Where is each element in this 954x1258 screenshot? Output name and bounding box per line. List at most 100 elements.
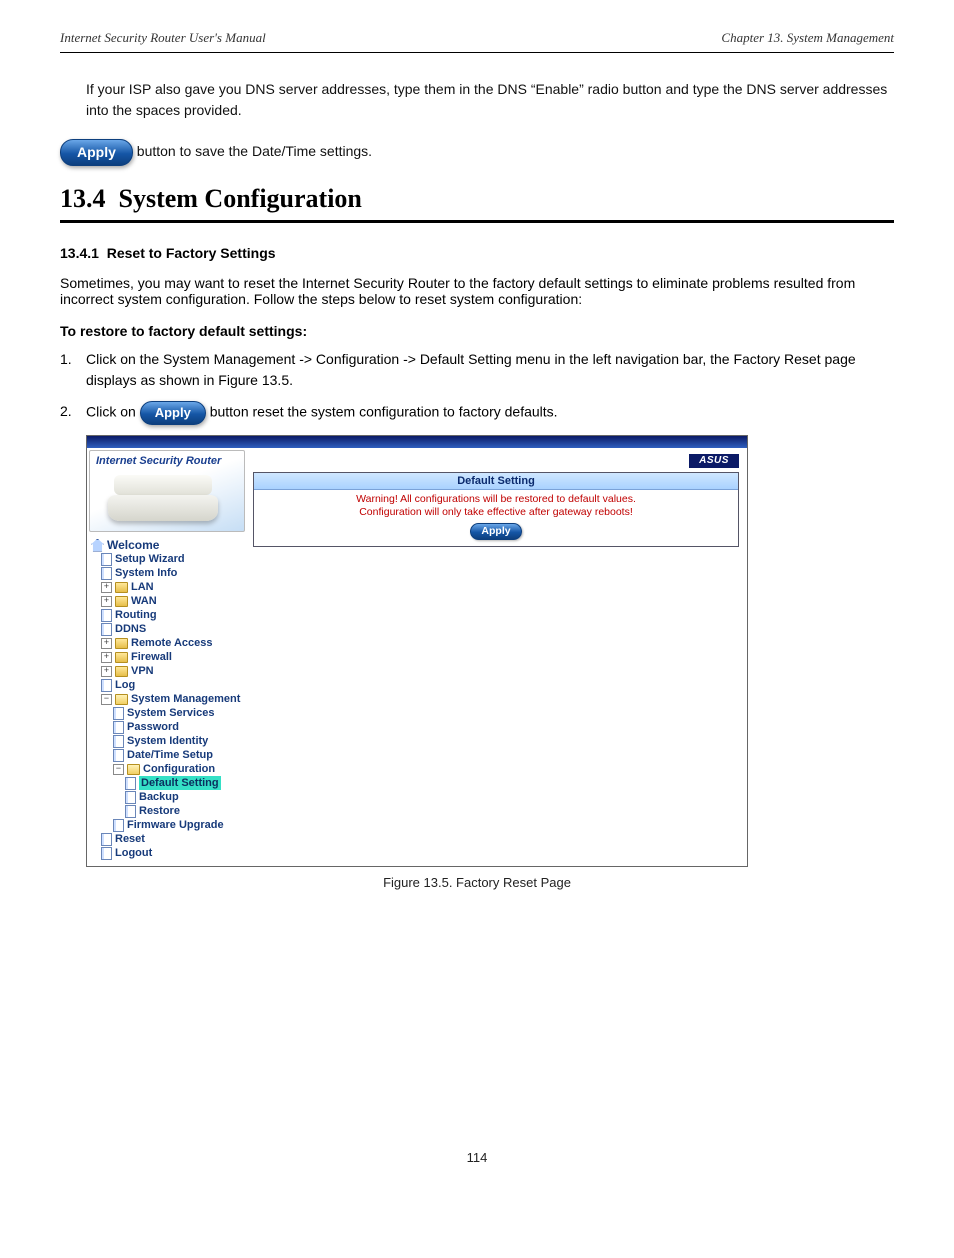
tree-item-label: Logout — [115, 846, 152, 860]
tree-item-label: System Info — [115, 566, 177, 580]
page-number: 114 — [60, 1150, 894, 1165]
apply-note-line: Apply button to save the Date/Time setti… — [60, 139, 894, 166]
shot-brand-panel: Internet Security Router — [89, 450, 245, 532]
tree-item-label: System Identity — [127, 734, 208, 748]
page-icon — [101, 553, 112, 566]
tree-item-label: Firewall — [131, 650, 172, 664]
tree-item-config[interactable]: − Configuration — [91, 762, 245, 776]
steps-title: To restore to factory default settings: — [60, 323, 894, 339]
tree-item-label: Backup — [139, 790, 179, 804]
expand-toggle-icon[interactable]: + — [101, 666, 112, 677]
tree-item-restore[interactable]: Restore — [91, 804, 245, 818]
expand-toggle-icon[interactable]: + — [101, 638, 112, 649]
tree-item-wan[interactable]: + WAN — [91, 594, 245, 608]
shot-sidebar: Internet Security Router Welcome Setup W… — [87, 448, 247, 866]
apply-button-image-2: Apply — [140, 401, 206, 425]
page-icon — [113, 735, 124, 748]
tree-item-label: Restore — [139, 804, 180, 818]
page-icon — [125, 791, 136, 804]
nav-tree: Welcome Setup WizardSystem Info+LAN+WANR… — [87, 534, 247, 866]
step-1-text: Click on the System Management -> Config… — [86, 349, 894, 391]
page-icon — [125, 805, 136, 818]
shot-topbar — [87, 436, 747, 448]
page-icon — [113, 721, 124, 734]
tree-item-label: Configuration — [143, 762, 215, 776]
tree-item-pwd[interactable]: Password — [91, 720, 245, 734]
page-icon — [101, 833, 112, 846]
panel-title: Default Setting — [254, 473, 738, 490]
folder-icon — [115, 638, 128, 649]
page-icon — [113, 749, 124, 762]
asus-logo: ASUS — [689, 454, 739, 468]
page-icon — [101, 567, 112, 580]
step-1: 1. Click on the System Management -> Con… — [60, 349, 894, 391]
page-icon — [101, 679, 112, 692]
tree-item-setup[interactable]: Setup Wizard — [91, 552, 245, 566]
folder-open-icon — [127, 764, 140, 775]
shot-brand-title: Internet Security Router — [96, 455, 221, 467]
page-icon — [101, 847, 112, 860]
expand-toggle-icon[interactable]: + — [101, 582, 112, 593]
tree-item-log[interactable]: Log — [91, 678, 245, 692]
expand-toggle-icon[interactable]: + — [101, 652, 112, 663]
figure-13-5-screenshot: Internet Security Router Welcome Setup W… — [86, 435, 748, 867]
header-left: Internet Security Router User's Manual — [60, 30, 266, 46]
folder-icon — [115, 652, 128, 663]
tree-item-label: WAN — [131, 594, 157, 608]
expand-toggle-icon[interactable]: + — [101, 596, 112, 607]
welcome-label: Welcome — [107, 538, 159, 552]
panel-warning-1: Warning! All configurations will be rest… — [258, 493, 734, 506]
tree-root-welcome[interactable]: Welcome — [91, 538, 245, 552]
folder-open-icon — [115, 694, 128, 705]
header-rule — [60, 52, 894, 53]
step-2-text: Click on Apply button reset the system c… — [86, 401, 894, 425]
home-icon — [91, 539, 104, 552]
tree-item-label: DDNS — [115, 622, 146, 636]
section-13-4-title: System Configuration — [119, 184, 362, 213]
tree-item-backup[interactable]: Backup — [91, 790, 245, 804]
expand-toggle-icon[interactable]: − — [101, 694, 112, 705]
tree-item-firewall[interactable]: + Firewall — [91, 650, 245, 664]
tree-item-defset[interactable]: Default Setting — [91, 776, 245, 790]
tree-item-label: VPN — [131, 664, 154, 678]
apply-note-text: button to save the Date/Time settings. — [137, 143, 372, 159]
tree-item-reset[interactable]: Reset — [91, 832, 245, 846]
tree-item-vpn[interactable]: + VPN — [91, 664, 245, 678]
tree-item-lan[interactable]: + LAN — [91, 580, 245, 594]
folder-icon — [115, 596, 128, 607]
tree-item-syssvc[interactable]: System Services — [91, 706, 245, 720]
tree-item-sysmgmt[interactable]: − System Management — [91, 692, 245, 706]
shot-main: ASUS Default Setting Warning! All config… — [247, 448, 747, 866]
expand-toggle-icon[interactable]: − — [113, 764, 124, 775]
tree-item-label: Log — [115, 678, 135, 692]
tree-item-label: Reset — [115, 832, 145, 846]
panel-apply-button[interactable]: Apply — [470, 523, 521, 540]
dns-paragraph: If your ISP also gave you DNS server add… — [86, 79, 894, 121]
tree-item-ident[interactable]: System Identity — [91, 734, 245, 748]
figure-caption: Figure 13.5. Factory Reset Page — [60, 875, 894, 890]
tree-item-label: Remote Access — [131, 636, 213, 650]
tree-item-label: Routing — [115, 608, 157, 622]
step-2-pre: Click on — [86, 404, 140, 420]
step-2-post: button reset the system configuration to… — [210, 404, 558, 420]
tree-item-ddns[interactable]: DDNS — [91, 622, 245, 636]
tree-item-label: System Management — [131, 692, 240, 706]
tree-item-label: Setup Wizard — [115, 552, 185, 566]
page-icon — [113, 707, 124, 720]
tree-item-logout[interactable]: Logout — [91, 846, 245, 860]
section-13-4-1-lead: Sometimes, you may want to reset the Int… — [60, 275, 894, 307]
tree-item-label: LAN — [131, 580, 154, 594]
tree-item-label: System Services — [127, 706, 214, 720]
tree-item-remote[interactable]: + Remote Access — [91, 636, 245, 650]
header-right: Chapter 13. System Management — [721, 30, 894, 46]
page-icon — [125, 777, 136, 790]
page-icon — [101, 623, 112, 636]
tree-item-routing[interactable]: Routing — [91, 608, 245, 622]
tree-item-dts[interactable]: Date/Time Setup — [91, 748, 245, 762]
router-illustration — [108, 475, 218, 521]
step-1-num: 1. — [60, 349, 86, 391]
apply-button-image-1: Apply — [60, 139, 133, 166]
tree-item-sysinfo[interactable]: System Info — [91, 566, 245, 580]
section-13-4-1-num: 13.4.1 — [60, 245, 99, 261]
tree-item-fw[interactable]: Firmware Upgrade — [91, 818, 245, 832]
